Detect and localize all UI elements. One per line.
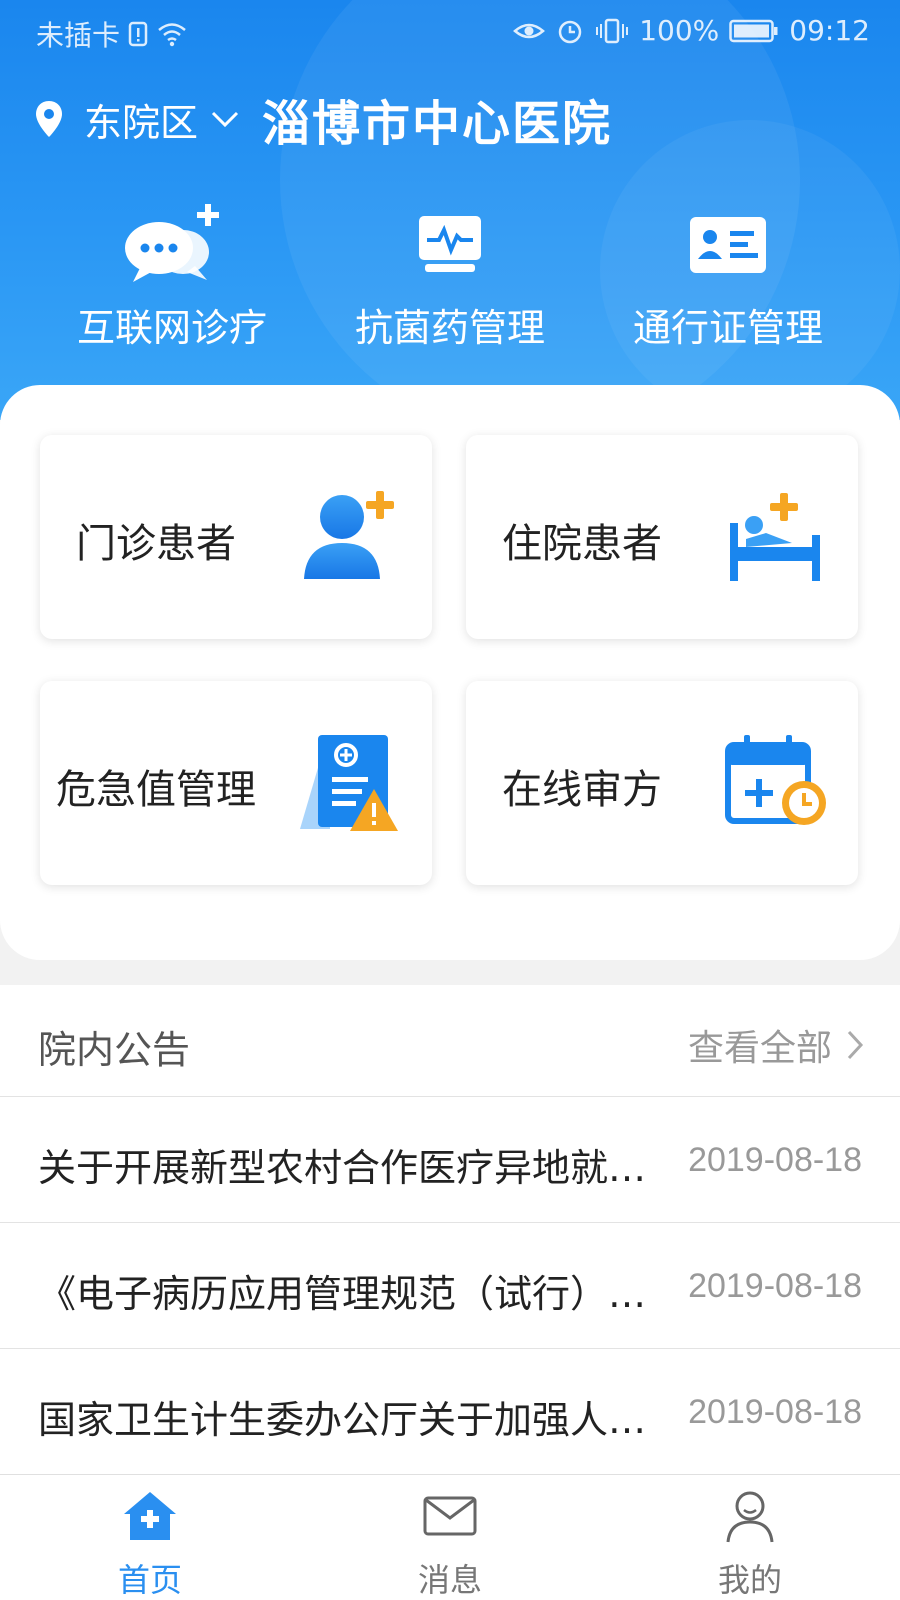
quick-action-label: 通行证管理: [632, 306, 823, 350]
notice-text: 《电子病历应用管理规范（试行）…: [38, 1272, 647, 1316]
home-icon: [124, 1492, 176, 1540]
eye-icon: [513, 23, 546, 38]
notice-date: 2019-08-18: [688, 1141, 862, 1179]
notice-section: 院内公告 查看全部 关于开展新型农村合作医疗异地就… 2019-08-18 《电…: [0, 985, 900, 1475]
notice-date: 2019-08-18: [688, 1393, 862, 1431]
tile-label: 危急值管理: [56, 767, 256, 813]
campus-label: 东院区: [84, 100, 199, 145]
notice-date: 2019-08-18: [688, 1267, 862, 1305]
id-card-icon: [690, 217, 766, 273]
tile-label: 住院患者: [502, 521, 662, 567]
tile-label: 在线审方: [502, 767, 662, 813]
mail-icon: [423, 1496, 477, 1536]
tile-label: 门诊患者: [76, 521, 236, 567]
tab-label: 首页: [117, 1561, 182, 1599]
tab-messages[interactable]: 消息: [300, 1481, 600, 1600]
quick-action-pass[interactable]: 通行证管理: [588, 195, 868, 352]
tile-critical-value[interactable]: 危急值管理: [40, 681, 432, 885]
inpatient-bed-icon: [730, 493, 820, 581]
hospital-name: 淄博市中心医院: [262, 96, 613, 152]
user-icon: [726, 1491, 774, 1543]
location-pin-icon: [36, 101, 62, 137]
view-all-link[interactable]: 查看全部: [688, 1019, 864, 1071]
sim-alert-icon: [128, 21, 148, 47]
chat-bubbles-plus-icon: [125, 204, 219, 282]
tile-online-prescription-review[interactable]: 在线审方: [466, 681, 858, 885]
bottom-tab-bar: 首页 消息 我的: [0, 1474, 900, 1600]
tile-inpatient[interactable]: 住院患者: [466, 435, 858, 639]
tab-label: 我的: [717, 1561, 782, 1599]
notice-header: 院内公告 查看全部: [0, 985, 900, 1097]
monitor-pulse-icon: [419, 216, 481, 272]
header-banner: 未插卡 100% 09:12 东院区 淄博市中心医院 互联网诊疗 抗菌药管理 通…: [0, 0, 900, 420]
notice-item[interactable]: 关于开展新型农村合作医疗异地就… 2019-08-18: [0, 1097, 900, 1223]
tab-profile[interactable]: 我的: [600, 1481, 900, 1600]
location-bar: 东院区 淄博市中心医院: [34, 84, 612, 154]
vibrate-icon: [596, 18, 629, 43]
critical-document-warning-icon: [300, 735, 398, 831]
notice-item[interactable]: 《电子病历应用管理规范（试行）… 2019-08-18: [0, 1223, 900, 1349]
feature-panel: 门诊患者 住院患者 危急值管理 在线审方: [0, 385, 900, 960]
outpatient-add-icon: [304, 491, 394, 579]
notice-title: 院内公告: [38, 1028, 191, 1072]
calendar-add-clock-icon: [725, 735, 826, 825]
notice-text: 国家卫生计生委办公厅关于加强人…: [38, 1398, 647, 1442]
carrier-label: 未插卡: [36, 19, 121, 52]
alarm-icon: [558, 20, 582, 43]
battery-percent: 100%: [639, 14, 720, 47]
campus-selector[interactable]: 东院区: [84, 92, 240, 147]
tab-label: 消息: [417, 1561, 482, 1599]
wifi-icon: [158, 23, 186, 47]
quick-action-antibiotic[interactable]: 抗菌药管理: [310, 195, 590, 352]
quick-action-label: 互联网诊疗: [76, 306, 267, 350]
quick-action-label: 抗菌药管理: [354, 306, 545, 350]
notice-text: 关于开展新型农村合作医疗异地就…: [38, 1146, 647, 1190]
battery-icon: [729, 19, 778, 42]
chevron-right-icon: [847, 1030, 864, 1060]
chevron-down-icon: [211, 111, 239, 128]
tile-outpatient[interactable]: 门诊患者: [40, 435, 432, 639]
tab-home[interactable]: 首页: [0, 1481, 300, 1600]
quick-action-internet-clinic[interactable]: 互联网诊疗: [32, 195, 312, 352]
status-bar: 未插卡 100% 09:12: [0, 0, 900, 62]
clock-time: 09:12: [789, 14, 870, 47]
notice-item[interactable]: 国家卫生计生委办公厅关于加强人… 2019-08-18: [0, 1349, 900, 1475]
view-all-label: 查看全部: [687, 1028, 832, 1069]
